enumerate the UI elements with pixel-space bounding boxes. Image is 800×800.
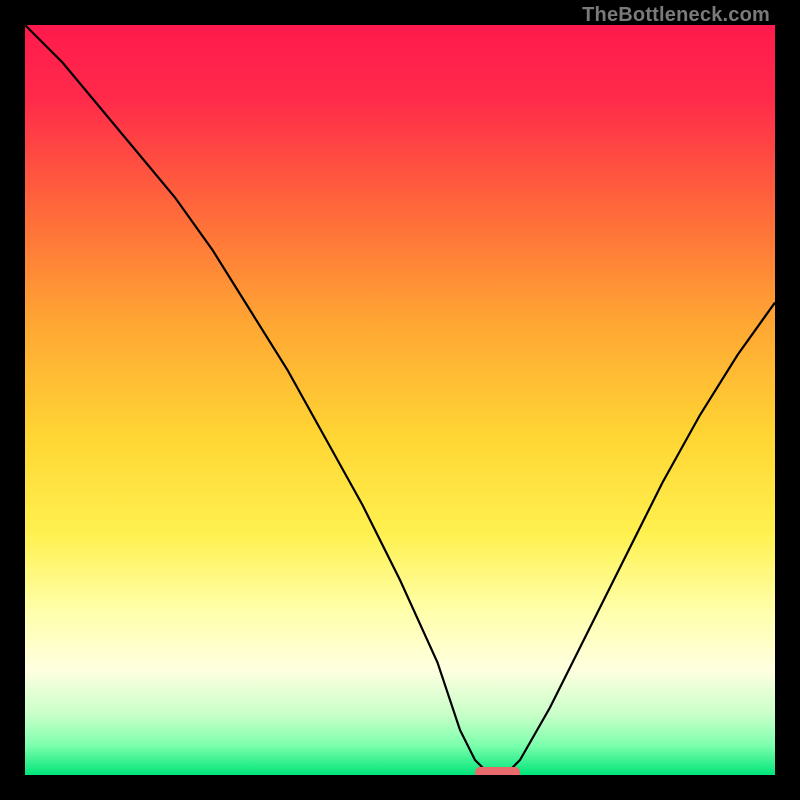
optimum-marker [475, 767, 520, 775]
chart-background [25, 25, 775, 775]
chart-svg [25, 25, 775, 775]
chart-frame [25, 25, 775, 775]
watermark-text: TheBottleneck.com [582, 4, 770, 27]
